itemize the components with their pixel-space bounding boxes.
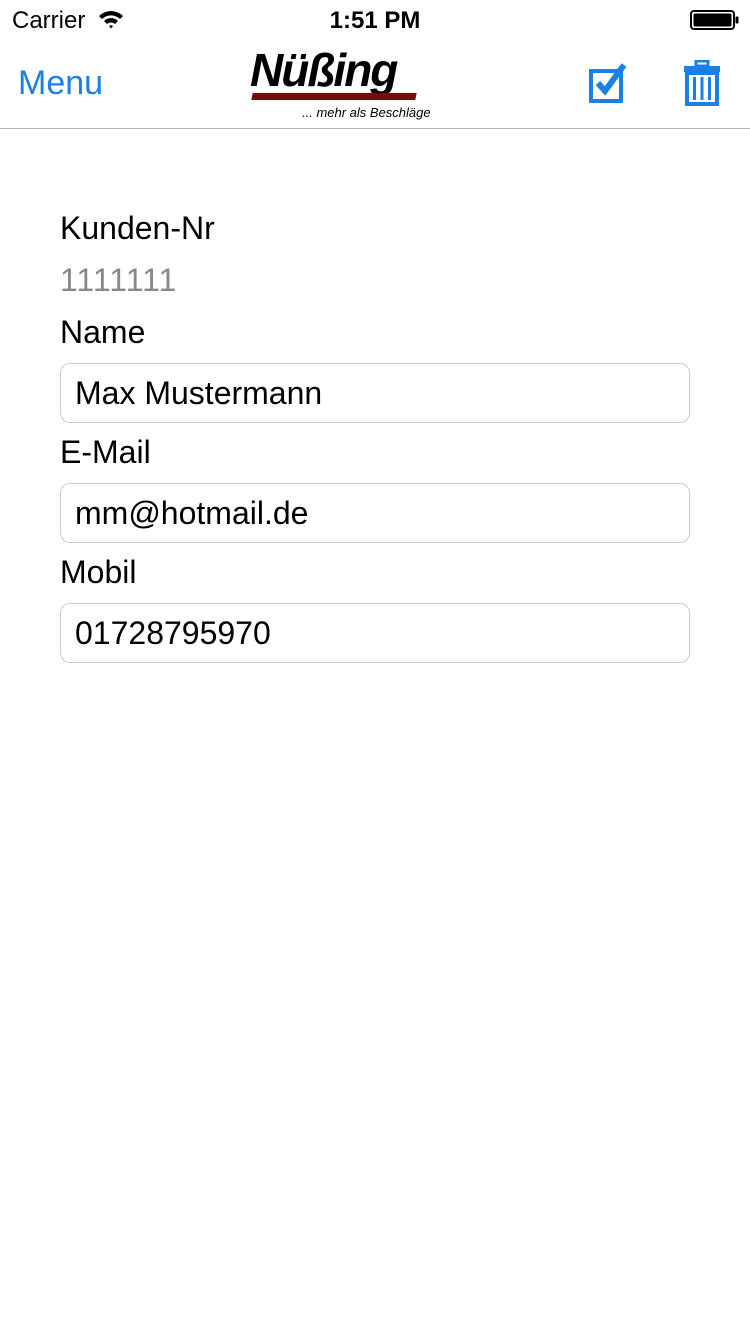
logo-underline: [251, 93, 417, 100]
navigation-bar: Menu Nüßing ... mehr als Beschläge: [0, 40, 750, 129]
mobile-label: Mobil: [60, 554, 137, 590]
mobile-field[interactable]: [60, 603, 690, 663]
customer-form: Kunden-Nr 1111111 Name E-Mail Mobil: [60, 205, 690, 663]
screen: Carrier 1:51 PM Menu Nüßing ... mehr als…: [0, 0, 750, 1334]
save-checkbox-button[interactable]: [588, 62, 628, 104]
customer-number-label: Kunden-Nr: [60, 210, 215, 246]
email-field[interactable]: [60, 483, 690, 543]
logo-tagline: ... mehr als Beschläge: [302, 105, 431, 120]
menu-button[interactable]: Menu: [18, 64, 103, 103]
trash-icon: [684, 59, 720, 106]
email-label: E-Mail: [60, 434, 151, 470]
status-bar: Carrier 1:51 PM: [0, 0, 750, 40]
customer-number-value: 1111111: [60, 262, 178, 298]
brand-logo: Nüßing ... mehr als Beschläge: [250, 44, 431, 125]
status-time: 1:51 PM: [329, 7, 421, 34]
checkbox-icon: [589, 63, 627, 103]
name-field[interactable]: [60, 363, 690, 423]
battery-icon: [690, 10, 739, 30]
logo-text: Nüßing: [250, 44, 398, 96]
name-label: Name: [60, 314, 146, 350]
delete-button[interactable]: [682, 59, 722, 106]
